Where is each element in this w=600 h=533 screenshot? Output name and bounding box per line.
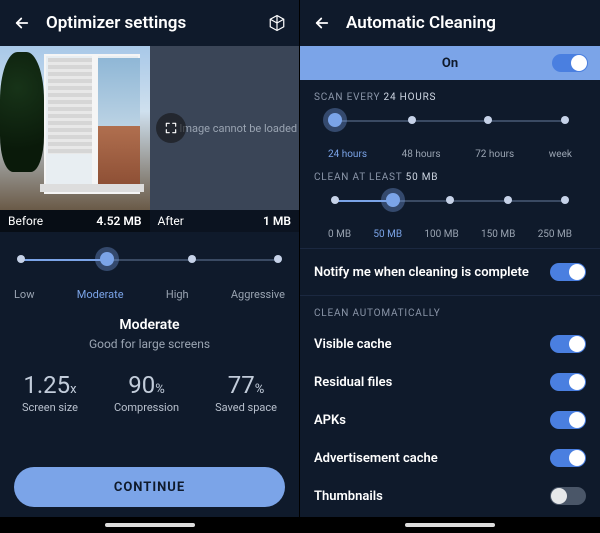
after-size: 1 MB <box>263 214 291 228</box>
notify-label: Notify me when cleaning is complete <box>314 265 529 280</box>
auto-item-toggle[interactable] <box>550 335 586 353</box>
auto-item-toggle[interactable] <box>550 449 586 467</box>
before-label: Before <box>8 214 43 228</box>
slider-tick-label: High <box>166 288 189 301</box>
level-sub: Good for large screens <box>0 337 299 351</box>
expand-icon[interactable] <box>156 113 186 143</box>
auto-item-toggle[interactable] <box>550 487 586 505</box>
header: Optimizer settings <box>0 0 299 46</box>
slider-tick-label: 50 MB <box>373 229 402 240</box>
slider-tick-label: 72 hours <box>475 149 514 160</box>
stat-value: 1.25x <box>22 371 78 399</box>
page-title: Optimizer settings <box>46 13 267 33</box>
clean-section: CLEAN AT LEAST 50 MB 0 MB 50 MB 100 MB 150 … <box>300 160 600 240</box>
auto-item[interactable]: Visible cache <box>300 325 600 363</box>
slider-stop[interactable] <box>558 193 572 207</box>
stat-label: Compression <box>114 401 179 414</box>
scan-title-prefix: SCAN EVERY <box>314 92 380 103</box>
after-image: Image cannot be loaded <box>150 46 300 210</box>
stat: 77% Saved space <box>215 371 277 414</box>
stats-row: 1.25x Screen size 90% Compression 77% Saved s… <box>0 351 299 414</box>
cannot-load-text: Image cannot be loaded <box>179 122 297 135</box>
optimizer-screen: Optimizer settings Image cannot be loade… <box>0 0 300 533</box>
header: Automatic Cleaning <box>300 0 600 46</box>
nav-bar <box>300 517 600 533</box>
level-info: Moderate Good for large screens <box>0 307 299 351</box>
before-size: 4.52 MB <box>96 214 141 228</box>
after-label: After <box>158 214 184 228</box>
slider-stop[interactable] <box>386 193 400 207</box>
auto-item[interactable]: APKs <box>300 401 600 439</box>
slider-stop[interactable] <box>501 193 515 207</box>
clean-title-prefix: CLEAN AT LEAST <box>314 172 402 183</box>
scan-section: SCAN EVERY 24 HOURS 24 hours 48 hours 72 h… <box>300 80 600 160</box>
auto-item[interactable]: Thumbnails <box>300 477 600 515</box>
on-label: On <box>442 56 458 71</box>
scan-slider[interactable]: 24 hours 48 hours 72 hours week <box>314 113 586 160</box>
slider-tick-label: Low <box>14 288 34 301</box>
slider-stop[interactable] <box>328 193 342 207</box>
slider-tick-label: Aggressive <box>231 288 285 301</box>
auto-item-label: Visible cache <box>314 337 392 352</box>
stat: 90% Compression <box>114 371 179 414</box>
slider-stop[interactable] <box>443 193 457 207</box>
auto-item[interactable]: Advertisement cache <box>300 439 600 477</box>
stat-value: 90% <box>114 371 179 399</box>
stat-label: Saved space <box>215 401 277 414</box>
cleaning-screen: Automatic Cleaning On SCAN EVERY 24 HOUR… <box>300 0 600 533</box>
slider-stop[interactable] <box>405 113 419 127</box>
slider-tick-label: week <box>549 149 572 160</box>
master-toggle[interactable] <box>552 54 588 72</box>
nav-bar <box>0 517 299 533</box>
image-compare: Image cannot be loaded Before 4.52 MB Af… <box>0 46 299 232</box>
slider-tick-label: 0 MB <box>328 229 351 240</box>
notify-row[interactable]: Notify me when cleaning is complete <box>300 248 600 296</box>
slider-tick-label: 150 MB <box>481 229 515 240</box>
slider-stop[interactable] <box>14 252 28 266</box>
after-label-bar: After 1 MB <box>150 210 300 232</box>
auto-item-label: Advertisement cache <box>314 451 438 466</box>
auto-item-toggle[interactable] <box>550 411 586 429</box>
slider-tick-label: 48 hours <box>402 149 441 160</box>
back-icon[interactable] <box>312 13 332 33</box>
slider-stop[interactable] <box>185 252 199 266</box>
cube-icon[interactable] <box>267 13 287 33</box>
slider-tick-label: Moderate <box>77 288 124 301</box>
slider-stop[interactable] <box>481 113 495 127</box>
slider-stop[interactable] <box>271 252 285 266</box>
auto-item-toggle[interactable] <box>550 373 586 391</box>
stat: 1.25x Screen size <box>22 371 78 414</box>
clean-slider[interactable]: 0 MB 50 MB 100 MB 150 MB 250 MB <box>314 193 586 240</box>
clean-title-value: 50 MB <box>406 172 439 183</box>
slider-tick-label: 100 MB <box>424 229 458 240</box>
back-icon[interactable] <box>12 13 32 33</box>
before-label-bar: Before 4.52 MB <box>0 210 150 232</box>
auto-item-label: APKs <box>314 413 346 428</box>
continue-button[interactable]: CONTINUE <box>14 467 285 507</box>
scan-title-value: 24 HOURS <box>384 92 437 103</box>
auto-title: CLEAN AUTOMATICALLY <box>300 296 600 325</box>
level-name: Moderate <box>0 317 299 333</box>
master-toggle-bar[interactable]: On <box>300 46 600 80</box>
auto-item[interactable]: Residual files <box>300 363 600 401</box>
before-image <box>0 46 150 210</box>
slider-stop[interactable] <box>100 252 114 266</box>
slider-tick-label: 24 hours <box>328 149 367 160</box>
auto-item-label: Thumbnails <box>314 489 383 504</box>
notify-toggle[interactable] <box>550 263 586 281</box>
slider-stop[interactable] <box>558 113 572 127</box>
auto-list: Visible cache Residual files APKs Advertise… <box>300 325 600 533</box>
slider-tick-label: 250 MB <box>538 229 572 240</box>
stat-label: Screen size <box>22 401 78 414</box>
slider-stop[interactable] <box>328 113 342 127</box>
page-title: Automatic Cleaning <box>346 13 588 33</box>
quality-slider[interactable]: Low Moderate High Aggressive <box>0 232 299 307</box>
auto-item-label: Residual files <box>314 375 392 390</box>
stat-value: 77% <box>215 371 277 399</box>
